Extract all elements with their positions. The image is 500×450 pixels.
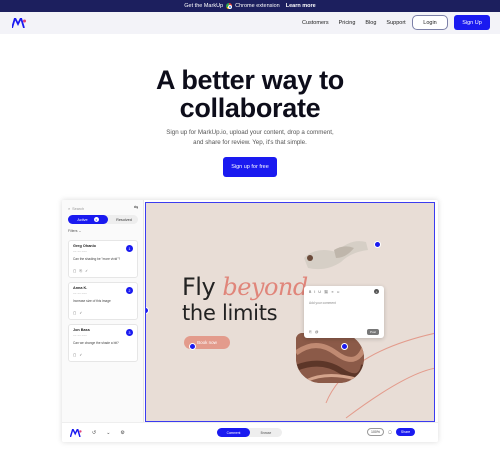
mention-icon[interactable]: @ <box>315 330 319 334</box>
mode-toggle: Comment Browse <box>217 428 282 437</box>
comment-actions: ▢ ⎘ ✓ <box>73 269 88 273</box>
announcement-extension: Chrome extension <box>235 3 280 9</box>
tab-active-count: 3 <box>93 217 99 222</box>
hero-subtitle-line1: Sign up for MarkUp.io, upload your conte… <box>166 129 334 136</box>
toolbar-left: ↺ ⌄ ⚙ <box>70 429 125 437</box>
nav-link-customers[interactable]: Customers <box>302 20 329 26</box>
dancer-image <box>296 228 376 283</box>
comment-tabs: Active 3 Resolved <box>68 215 138 224</box>
learn-more-link[interactable]: Learn more <box>286 3 316 9</box>
underline-icon[interactable]: U <box>318 290 321 294</box>
chevron-down-icon[interactable]: ⌄ <box>106 430 110 436</box>
comment-text: Can the shading be "more vivid"? <box>73 257 121 261</box>
list-icon[interactable]: ≡ <box>331 290 333 294</box>
comment-input[interactable]: Add your comment <box>309 301 336 305</box>
user-icon[interactable]: ◯ <box>388 430 392 434</box>
comment-meta: ~~ ~~ ~~~ <box>73 333 87 337</box>
history-icon[interactable]: ↺ <box>92 430 96 436</box>
comment-meta: ~~ ~~ ~~~ <box>73 291 87 295</box>
filter-label: Filters <box>68 229 78 233</box>
resolve-icon[interactable]: ✓ <box>79 311 82 315</box>
comment-author: Greg Ohanlo <box>73 244 96 248</box>
hero-title-line2: collaborate <box>179 93 321 123</box>
link-icon[interactable]: ⛓ <box>324 290 328 294</box>
nav-link-support[interactable]: Support <box>386 20 405 26</box>
login-button[interactable]: Login <box>412 15 448 30</box>
resolve-icon[interactable]: ✓ <box>85 269 88 273</box>
comment-meta: ~~ ~~ ~~~ <box>73 249 87 253</box>
app-preview: ⌕ Search ⇆ Active 3 Resolved Filters ⌄ G… <box>62 200 438 442</box>
tab-active[interactable]: Active 3 <box>68 215 108 224</box>
hair-swirl-icon <box>296 333 364 383</box>
bold-icon[interactable]: B <box>309 290 311 294</box>
settings-icon[interactable]: ⚙ <box>120 430 124 436</box>
resolve-icon[interactable]: ✓ <box>79 353 82 357</box>
headline-beyond: beyond <box>222 273 308 301</box>
tab-resolved[interactable]: Resolved <box>110 215 138 224</box>
markup-logo-icon[interactable] <box>12 18 26 28</box>
comment-attach-bar: ⎘ @ <box>309 330 318 334</box>
announcement-bar: Get the MarkUp Chrome extension Learn mo… <box>0 0 500 12</box>
dancer-figure-icon <box>296 228 376 283</box>
markup-logo-icon[interactable] <box>70 429 82 437</box>
italic-icon[interactable]: I <box>314 290 315 294</box>
nav-links: Customers Pricing Blog Support <box>302 12 406 34</box>
chrome-icon <box>226 3 233 10</box>
sidebar-search[interactable]: ⌕ Search <box>68 205 128 213</box>
headline-fly: Fly <box>182 273 216 301</box>
comment-pin: 3 <box>126 329 133 336</box>
comment-popup: B I U ⛓ ≡ ☺ × Add your comment ⎘ @ Post <box>304 286 384 338</box>
hero-title: A better way to collaborate <box>0 66 500 122</box>
comment-actions: ▢ ✓ <box>73 311 82 315</box>
reply-icon[interactable]: ▢ <box>73 353 76 357</box>
attachment-icon[interactable]: ⎘ <box>309 330 312 334</box>
hair-image <box>296 333 364 383</box>
announcement-text: Get the MarkUp <box>184 3 224 9</box>
hero-title-line1: A better way to <box>155 65 345 95</box>
canvas-pin[interactable] <box>341 343 348 350</box>
reply-icon[interactable]: ▢ <box>73 311 76 315</box>
filter-button[interactable]: Filters ⌄ <box>68 229 81 233</box>
zoom-level[interactable]: 100% <box>367 428 384 436</box>
design-canvas[interactable]: Fly beyond the limits Book now B I U ⛓ ≡… <box>145 202 435 422</box>
hero-subtitle: Sign up for MarkUp.io, upload your conte… <box>150 128 350 148</box>
comment-sidebar: ⌕ Search ⇆ Active 3 Resolved Filters ⌄ G… <box>62 200 144 422</box>
comment-pin: 2 <box>126 287 133 294</box>
comment-card[interactable]: Jon Bass ~~ ~~ ~~~ Can we change the sha… <box>68 324 138 362</box>
tab-active-label: Active <box>77 217 88 222</box>
formatting-toolbar: B I U ⛓ ≡ ☺ <box>309 290 340 294</box>
search-icon: ⌕ <box>68 207 71 211</box>
attachment-icon[interactable]: ⎘ <box>79 269 82 273</box>
comment-text: Can we change the shade a bit? <box>73 341 119 345</box>
headline-line1: Fly beyond <box>182 273 308 301</box>
comment-author: Anna K. <box>73 286 88 290</box>
mode-comment[interactable]: Comment <box>217 428 250 437</box>
comment-text: Increase size of this image <box>73 299 111 303</box>
signup-button[interactable]: Sign Up <box>454 15 490 30</box>
nav-link-pricing[interactable]: Pricing <box>339 20 356 26</box>
collapse-icon[interactable]: ⇆ <box>134 205 140 211</box>
emoji-icon[interactable]: ☺ <box>336 290 340 294</box>
comment-actions: ▢ ✓ <box>73 353 82 357</box>
mode-browse[interactable]: Browse <box>251 428 281 437</box>
comment-author: Jon Bass <box>73 328 90 332</box>
hero-subtitle-line2: and share for review. Yep, it's that sim… <box>193 139 307 146</box>
close-icon[interactable]: × <box>374 289 379 294</box>
comment-card[interactable]: Anna K. ~~ ~~ ~~~ Increase size of this … <box>68 282 138 320</box>
comment-pin: 1 <box>126 245 133 252</box>
toolbar-right: 100% ◯ Share <box>367 428 416 436</box>
canvas-pin[interactable] <box>189 343 196 350</box>
post-button[interactable]: Post <box>367 329 379 335</box>
share-button[interactable]: Share <box>395 428 416 436</box>
comment-card[interactable]: Greg Ohanlo ~~ ~~ ~~~ Can the shading be… <box>68 240 138 278</box>
reply-icon[interactable]: ▢ <box>73 269 76 273</box>
nav-link-blog[interactable]: Blog <box>365 20 376 26</box>
canvas-pin[interactable] <box>374 241 381 248</box>
search-placeholder: Search <box>72 207 85 211</box>
signup-free-button[interactable]: Sign up for free <box>223 157 277 177</box>
headline-limits: the limits <box>182 301 278 325</box>
bottom-toolbar: ↺ ⌄ ⚙ Comment Browse 100% ◯ Share <box>62 422 438 442</box>
